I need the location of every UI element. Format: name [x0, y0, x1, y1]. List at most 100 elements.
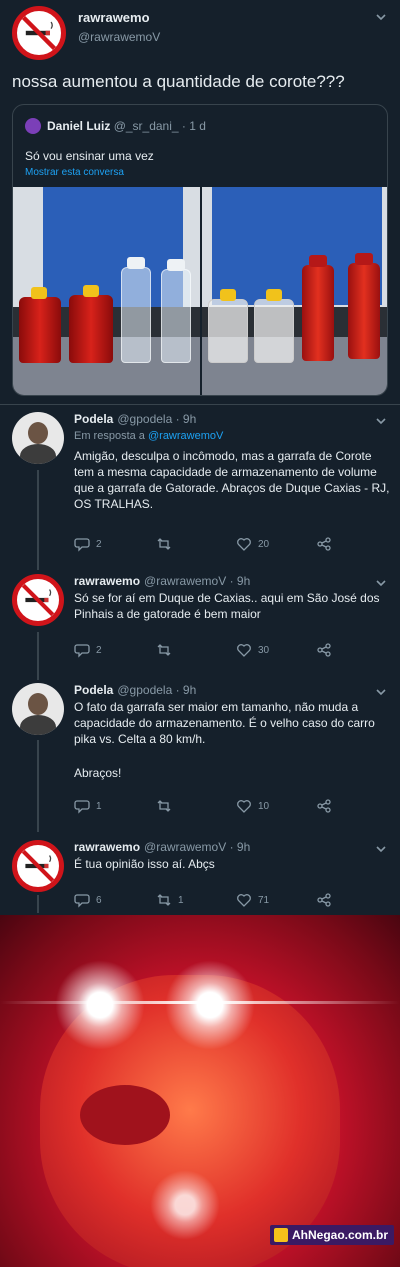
reply-handle: @gpodela · 9h: [117, 683, 197, 697]
show-thread-link[interactable]: Mostrar esta conversa: [25, 167, 124, 178]
avatar-body: [20, 444, 56, 464]
corote-bottle: [254, 299, 294, 363]
chevron-down-icon[interactable]: [374, 685, 388, 699]
reply-name: rawrawemo: [74, 840, 141, 854]
bottle-cap: [127, 257, 145, 269]
avatar[interactable]: [12, 412, 64, 464]
reply-actions: 2 30: [74, 642, 344, 662]
like-button[interactable]: 10: [236, 798, 269, 814]
author-name[interactable]: rawrawemo: [78, 10, 150, 25]
reply-handle: @rawrawemoV · 9h: [144, 840, 251, 854]
reply-name: Podela: [74, 412, 114, 426]
reply-count: 6: [96, 894, 102, 906]
divider: [0, 404, 400, 405]
reply-button[interactable]: 2: [74, 536, 102, 552]
glowing-eye: [55, 960, 145, 1050]
bottle-cap: [83, 285, 99, 297]
share-button[interactable]: [316, 642, 332, 658]
avatar-face: [28, 693, 48, 715]
no-smoking-icon: [21, 849, 55, 883]
reply-text: Amigão, desculpa o incômodo, mas a garra…: [74, 449, 390, 511]
like-button[interactable]: 71: [236, 892, 269, 908]
retweet-icon: [157, 894, 171, 906]
gatorade-bottle: [302, 265, 334, 361]
reply-button[interactable]: 2: [74, 642, 102, 658]
share-button[interactable]: [316, 892, 332, 908]
avatar[interactable]: [12, 574, 64, 626]
no-smoking-icon: [21, 583, 55, 617]
no-smoking-icon: [22, 16, 56, 50]
gatorade-bottle: [348, 263, 380, 359]
comment-icon: [74, 800, 90, 814]
quoted-text: Só vou ensinar uma vez: [25, 149, 154, 163]
bottle-cap: [220, 289, 236, 301]
like-count: 30: [258, 644, 270, 656]
reply-button[interactable]: 1: [74, 798, 102, 814]
reply-header[interactable]: Podela @gpodela · 9h: [74, 412, 196, 426]
corote-bottle: [208, 299, 248, 363]
bottle-cap: [31, 287, 47, 299]
share-icon: [317, 799, 331, 813]
watermark: AhNegao.com.br: [269, 1225, 394, 1245]
chevron-down-icon[interactable]: [374, 842, 388, 856]
reply-header[interactable]: rawrawemo @rawrawemoV · 9h: [74, 574, 250, 588]
like-count: 20: [258, 538, 270, 550]
reply-handle: @rawrawemoV · 9h: [144, 574, 251, 588]
quoted-time: · 1 d: [181, 119, 206, 133]
like-count: 71: [258, 894, 270, 906]
share-icon: [317, 537, 331, 551]
reply-header[interactable]: Podela @gpodela · 9h: [74, 683, 196, 697]
thread-line: [37, 740, 39, 832]
reply-text: O fato da garrafa ser maior em tamanho, …: [74, 700, 375, 746]
retweet-button[interactable]: [156, 798, 178, 814]
reply-button[interactable]: 6: [74, 892, 102, 908]
retweet-button[interactable]: [156, 536, 178, 552]
photo-right[interactable]: [202, 187, 387, 395]
quoted-name: Daniel Luiz: [47, 119, 111, 133]
retweet-icon: [157, 800, 171, 812]
chevron-down-icon[interactable]: [374, 414, 388, 428]
reply-text: Só se for aí em Duque de Caxias.. aqui e…: [74, 591, 380, 621]
retweet-icon: [157, 644, 171, 656]
tweet-text: nossa aumentou a quantidade de corote???: [12, 72, 345, 91]
avatar[interactable]: [12, 683, 64, 735]
share-button[interactable]: [316, 798, 332, 814]
share-button[interactable]: [316, 536, 332, 552]
reply-header[interactable]: rawrawemo @rawrawemoV · 9h: [74, 840, 250, 854]
corote-bottle: [69, 295, 113, 363]
comment-icon: [74, 538, 90, 552]
reply-count: 1: [96, 800, 102, 812]
author-handle[interactable]: @rawrawemoV: [78, 30, 160, 44]
bottle-cap: [167, 259, 185, 271]
heart-icon: [237, 800, 251, 813]
retweet-button[interactable]: [156, 642, 178, 658]
heart-icon: [237, 644, 251, 657]
avatar[interactable]: [12, 6, 66, 60]
heart-icon: [237, 538, 251, 551]
bottle-cap: [355, 253, 373, 265]
quoted-tweet-card[interactable]: Daniel Luiz @_sr_dani_ · 1 d Só vou ensi…: [12, 104, 388, 396]
reply-actions: 1 10: [74, 798, 344, 818]
share-icon: [317, 893, 331, 907]
watermark-text: AhNegao.com.br: [291, 1228, 388, 1242]
like-button[interactable]: 20: [236, 536, 269, 552]
comment-icon: [74, 894, 90, 908]
heart-icon: [237, 894, 251, 907]
thread-line: [37, 470, 39, 570]
thread-line: [37, 895, 39, 913]
retweet-button[interactable]: 1: [156, 892, 184, 908]
bottle-cap: [266, 289, 282, 301]
like-button[interactable]: 30: [236, 642, 269, 658]
replying-to-handle[interactable]: @rawrawemoV: [148, 430, 223, 442]
reply-name: Podela: [74, 683, 114, 697]
retweet-count: 1: [178, 894, 184, 906]
avatar-face: [28, 422, 48, 444]
site-logo-icon: [273, 1228, 288, 1242]
glowing-spot: [150, 1170, 220, 1240]
bottle-cap: [309, 255, 327, 267]
quoted-header: Daniel Luiz @_sr_dani_ · 1 d: [47, 119, 206, 133]
photo-left[interactable]: [13, 187, 200, 395]
avatar[interactable]: [12, 840, 64, 892]
chevron-down-icon[interactable]: [374, 576, 388, 590]
chevron-down-icon[interactable]: [374, 10, 388, 24]
